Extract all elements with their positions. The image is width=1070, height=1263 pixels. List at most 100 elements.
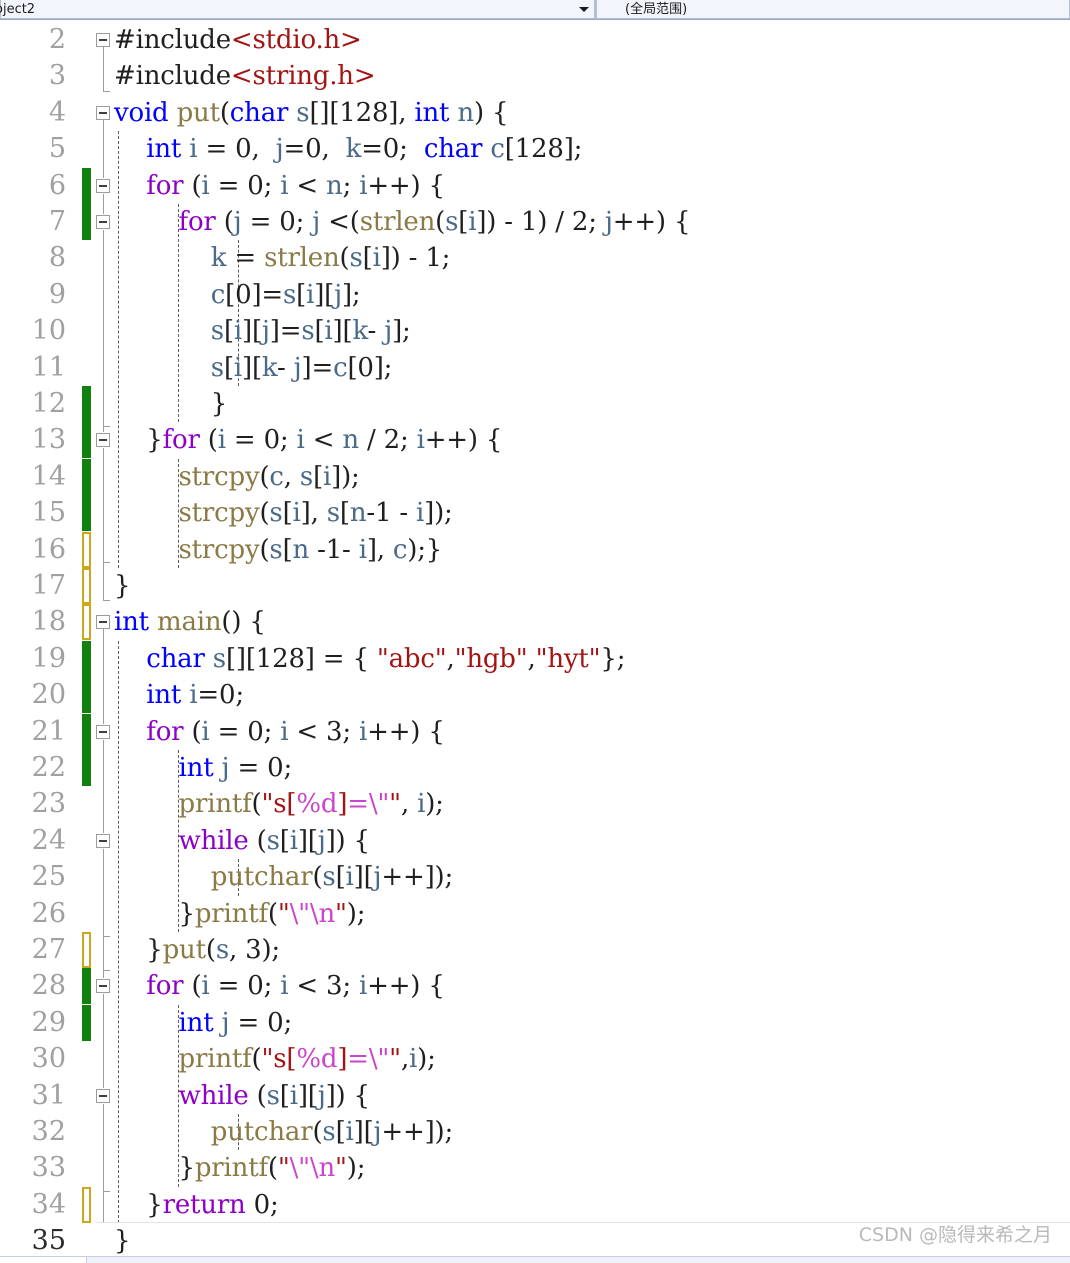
collapse-minus-icon[interactable] — [96, 105, 110, 120]
token-str: " — [335, 898, 347, 929]
code-line[interactable]: 8 k = strlen(s[i]) - 1; — [0, 240, 1070, 276]
code-line[interactable]: 10 s[i][j]=s[i][k- j]; — [0, 313, 1070, 349]
horizontal-scrollbar-track[interactable] — [0, 1256, 1070, 1263]
token-var: c — [490, 134, 505, 165]
token-pun — [114, 862, 211, 892]
code-editor-surface[interactable]: 2 #include<stdio.h> 3 #include<string.h> 4 vo… — [0, 20, 1070, 1263]
collapse-minus-icon[interactable] — [96, 33, 110, 47]
code-line[interactable]: 11 s[i][k- j]=c[0]; — [0, 350, 1070, 386]
token-esc: %d — [296, 1044, 338, 1075]
token-ctl: while — [178, 825, 249, 856]
code-line[interactable]: 4 void put(char s[][128], int n) { — [0, 95, 1070, 131]
collapse-minus-icon[interactable] — [96, 178, 110, 193]
collapse-minus-icon[interactable] — [96, 615, 110, 630]
code-text: s[i][k- j]=c[0]; — [114, 350, 393, 386]
token-pun — [114, 789, 179, 819]
collapse-minus-icon[interactable] — [96, 724, 110, 739]
token-pun: = 0; — [209, 971, 281, 1002]
code-text: while (s[i][j]) { — [114, 823, 371, 859]
collapse-minus-icon[interactable] — [96, 833, 110, 848]
token-var: k — [352, 316, 368, 347]
change-bar-unsaved — [82, 1186, 91, 1223]
collapse-minus-icon[interactable] — [96, 215, 110, 229]
code-line[interactable]: 17} — [0, 568, 1070, 604]
token-pun: ][ — [297, 1080, 318, 1111]
code-line[interactable]: 5 int i = 0, j=0, k=0; char c[128]; — [0, 131, 1070, 167]
token-var: i — [324, 316, 333, 347]
line-number: 33 — [31, 1152, 66, 1184]
token-var: i — [306, 279, 315, 310]
code-line[interactable]: 28 for (i = 0; i < 3; i++) { — [0, 968, 1070, 1005]
code-line[interactable]: 18 int main() { — [0, 604, 1070, 641]
change-bar-unsaved — [82, 604, 91, 641]
code-line[interactable]: 20 int i=0; — [0, 677, 1070, 714]
code-line[interactable]: 33 }printf("\"\n"); — [0, 1150, 1070, 1186]
code-line[interactable]: 14 strcpy(c, s[i]); — [0, 458, 1070, 495]
code-line[interactable]: 29 int j = 0; — [0, 1004, 1070, 1041]
code-line[interactable]: 32 putchar(s[i][j++]); — [0, 1114, 1070, 1150]
change-bar-saved — [82, 422, 91, 459]
code-line[interactable]: 22 int j = 0; — [0, 750, 1070, 786]
token-pun: ][ — [353, 862, 374, 893]
code-line[interactable]: 6 for (i = 0; i < n; i++) { — [0, 167, 1070, 204]
token-kw: int — [178, 1007, 214, 1038]
code-line[interactable]: 19 char s[][128] = { "abc","hgb","hyt"}; — [0, 640, 1070, 677]
scope-selector-combobox[interactable]: (全局范围) — [596, 0, 1070, 19]
code-line[interactable]: 9 c[0]=s[i][j]; — [0, 277, 1070, 313]
line-number: 31 — [31, 1079, 66, 1111]
code-line[interactable]: 30 printf("s[%d]=\"",i); — [0, 1041, 1070, 1077]
token-pun: - — [367, 316, 385, 347]
code-line[interactable]: 7 for (j = 0; j <(strlen(s[i]) - 1) / 2;… — [0, 204, 1070, 240]
code-line[interactable]: 15 strcpy(s[i], s[n-1 - i]); — [0, 495, 1070, 532]
code-line[interactable]: 26 }printf("\"\n"); — [0, 896, 1070, 932]
collapse-minus-icon[interactable] — [96, 433, 110, 448]
token-pun: ][ — [242, 352, 262, 383]
code-line[interactable]: 25 putchar(s[i][j++]); — [0, 859, 1070, 895]
token-kw: int — [146, 134, 182, 165]
code-line[interactable]: 21 for (i = 0; i < 3; i++) { — [0, 713, 1070, 750]
token-str: " — [335, 1153, 347, 1184]
code-line[interactable]: 34 }return 0; — [0, 1186, 1070, 1223]
token-esc: =\" — [347, 789, 390, 820]
token-pun: ( — [259, 534, 270, 565]
collapse-minus-icon[interactable] — [96, 1088, 110, 1103]
line-number: 32 — [31, 1116, 66, 1147]
token-pun: [ — [458, 207, 469, 237]
token-pun: ++) { — [367, 716, 445, 747]
code-line[interactable]: 24 while (s[i][j]) { — [0, 823, 1070, 859]
token-var: n — [342, 425, 359, 456]
code-line[interactable]: 31 while (s[i][j]) { — [0, 1078, 1070, 1114]
token-pun: ++) { — [424, 425, 503, 456]
token-pun: , 3); — [228, 935, 280, 965]
token-pun: [ — [296, 279, 307, 310]
code-line[interactable]: 23 printf("s[%d]=\"", i); — [0, 786, 1070, 822]
token-var: i — [296, 425, 305, 456]
token-pun: ( — [251, 789, 262, 820]
code-text: } — [114, 386, 228, 422]
token-var: s — [296, 97, 310, 128]
token-var: i — [359, 971, 368, 1002]
token-esc: %d — [296, 789, 338, 820]
token-pun: ]); — [331, 461, 360, 492]
token-str: " — [389, 1044, 401, 1075]
chevron-down-icon[interactable] — [579, 7, 589, 12]
code-line[interactable]: 13 }for (i = 0; i < n / 2; i++) { — [0, 422, 1070, 459]
collapse-minus-icon[interactable] — [96, 979, 110, 994]
token-var: j — [317, 825, 326, 856]
token-pun — [114, 353, 211, 383]
code-line[interactable]: 12 } — [0, 386, 1070, 422]
project-selector-combobox[interactable]: oject2 — [0, 0, 596, 19]
code-text: putchar(s[i][j++]); — [114, 859, 453, 895]
code-line[interactable]: 16 strcpy(s[n -1- i], c);} — [0, 531, 1070, 568]
token-pun: } — [114, 571, 131, 601]
token-fn: putchar — [210, 1117, 313, 1147]
token-var: i — [233, 316, 243, 347]
code-line[interactable]: 2 #include<stdio.h> — [0, 22, 1070, 58]
token-pun — [114, 171, 146, 201]
code-line[interactable]: 27 }put(s, 3); — [0, 932, 1070, 968]
code-line[interactable]: 3 #include<string.h> — [0, 58, 1070, 94]
token-var: k — [345, 134, 362, 165]
token-var: s — [349, 243, 363, 274]
token-pun: [ — [314, 316, 325, 347]
token-pun: [0]; — [347, 352, 393, 383]
